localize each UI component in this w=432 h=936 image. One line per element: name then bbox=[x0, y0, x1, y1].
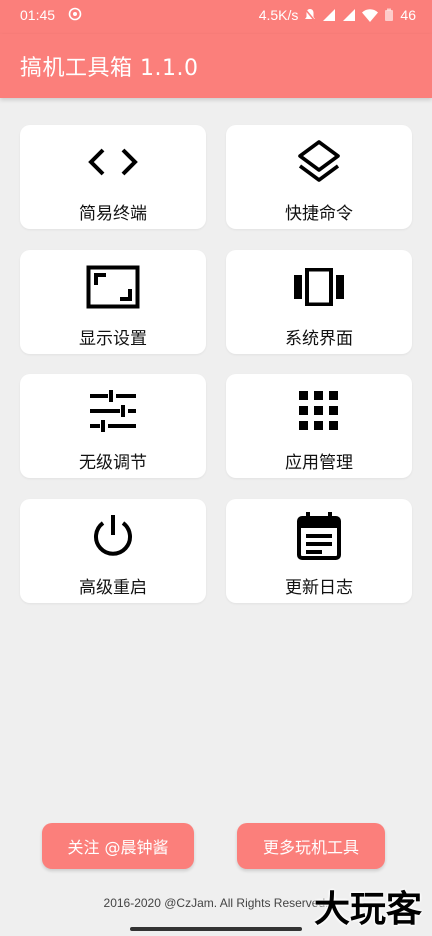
tool-card-shortcuts[interactable]: 快捷命令 bbox=[226, 125, 412, 229]
status-time: 01:45 bbox=[20, 7, 56, 23]
tool-label: 系统界面 bbox=[285, 329, 353, 349]
app-bar: 搞机工具箱 1.1.0 bbox=[0, 34, 432, 98]
aspect-ratio-icon bbox=[86, 265, 140, 309]
tool-label: 高级重启 bbox=[79, 578, 147, 598]
tool-card-system-ui[interactable]: 系统界面 bbox=[226, 250, 412, 354]
calendar-notes-icon bbox=[297, 512, 341, 560]
network-speed: 4.5K/s bbox=[258, 7, 299, 23]
signal-icon-2 bbox=[343, 9, 356, 21]
follow-button[interactable]: 关注 @晨钟酱 bbox=[42, 823, 194, 869]
layers-icon bbox=[298, 140, 340, 182]
watermark-logo: 大玩客 bbox=[313, 889, 422, 930]
tool-card-display[interactable]: 显示设置 bbox=[20, 250, 206, 354]
status-right-group: 4.5K/s 46 bbox=[259, 7, 416, 23]
tool-label: 简易终端 bbox=[79, 204, 147, 224]
tool-card-changelog[interactable]: 更新日志 bbox=[226, 499, 412, 603]
apps-grid-icon bbox=[299, 391, 338, 430]
gesture-nav-bar[interactable] bbox=[130, 927, 302, 931]
tool-label: 显示设置 bbox=[79, 329, 147, 349]
battery-icon bbox=[385, 8, 394, 21]
tool-card-adjust[interactable]: 无级调节 bbox=[20, 374, 206, 478]
tune-sliders-icon bbox=[90, 390, 136, 432]
tool-card-reboot[interactable]: 高级重启 bbox=[20, 499, 206, 603]
tool-label: 无级调节 bbox=[79, 453, 147, 473]
sync-icon bbox=[68, 7, 82, 21]
status-bar: 01:45 4.5K/s 46 bbox=[0, 0, 432, 34]
more-tools-button[interactable]: 更多玩机工具 bbox=[237, 823, 385, 869]
view-carousel-icon bbox=[294, 268, 344, 306]
code-brackets-icon bbox=[88, 148, 138, 176]
wifi-icon bbox=[362, 8, 379, 22]
battery-level: 46 bbox=[400, 7, 416, 23]
mute-bell-icon bbox=[304, 8, 317, 22]
signal-icon bbox=[323, 9, 336, 21]
tool-card-terminal[interactable]: 简易终端 bbox=[20, 125, 206, 229]
app-title: 搞机工具箱 1.1.0 bbox=[20, 56, 199, 81]
tool-label: 快捷命令 bbox=[285, 204, 353, 224]
tool-label: 更新日志 bbox=[285, 578, 353, 598]
tool-label: 应用管理 bbox=[285, 453, 353, 473]
tool-card-app-manager[interactable]: 应用管理 bbox=[226, 374, 412, 478]
power-icon bbox=[94, 515, 132, 556]
